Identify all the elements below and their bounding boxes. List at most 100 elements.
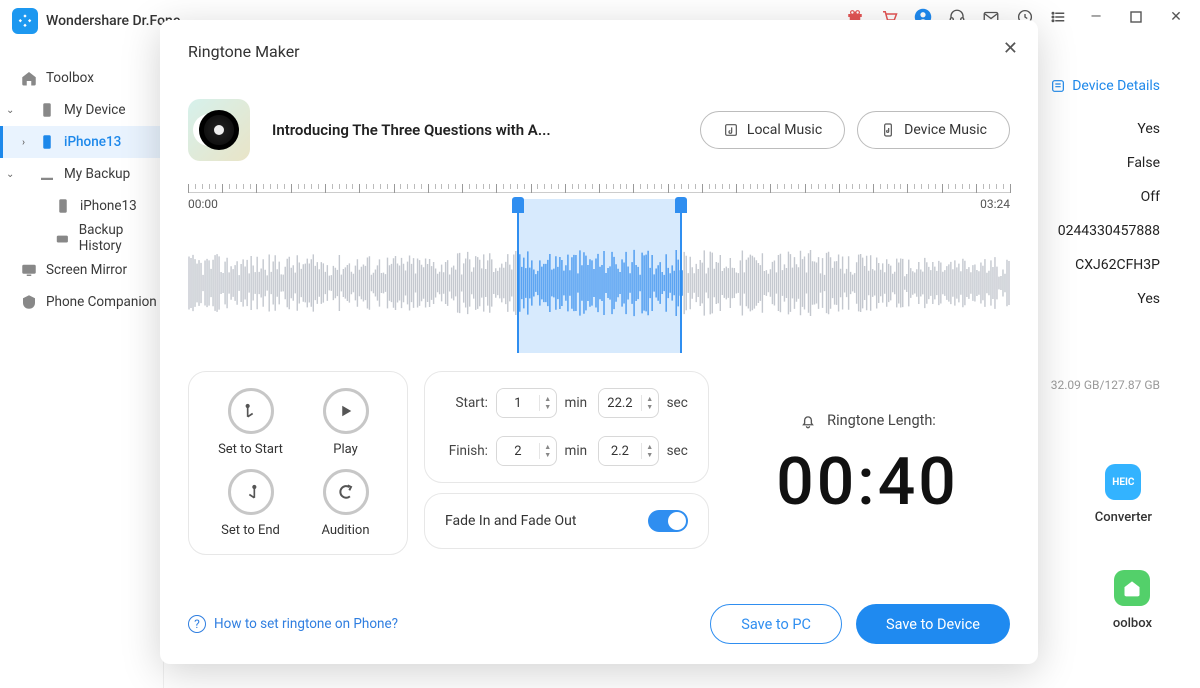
track-row: Introducing The Three Questions with A..…	[188, 99, 1010, 161]
selection-region[interactable]	[518, 199, 681, 353]
tile-toolbox[interactable]: oolbox	[1113, 570, 1152, 631]
sidebar-item-screen-mirror[interactable]: Screen Mirror	[0, 254, 163, 286]
help-icon: ?	[188, 615, 206, 633]
ringtone-length-value: 00:40	[776, 444, 958, 521]
step-down[interactable]: ▼	[540, 451, 556, 459]
set-start-icon	[228, 388, 274, 434]
length-title-row: Ringtone Length:	[799, 412, 936, 430]
sidebar-item-label: iPhone13	[80, 198, 137, 214]
tile-label: Converter	[1095, 510, 1152, 525]
sidebar-item-label: Phone Companion	[46, 294, 157, 310]
ringtone-length-block: Ringtone Length: 00:40	[725, 371, 1010, 555]
device-values: Yes False Off 0244330457888 CXJ62CFH3P Y…	[1058, 112, 1160, 316]
start-time-row: Start: ▲▼ min ▲▼ sec	[441, 388, 692, 418]
start-label: Start:	[441, 395, 488, 411]
step-up[interactable]: ▲	[642, 395, 658, 403]
finish-sec-input[interactable]: ▲▼	[598, 436, 659, 466]
home-icon	[1114, 570, 1150, 606]
sidebar-item-backup-history[interactable]: Backup History	[0, 222, 163, 254]
help-link[interactable]: ? How to set ringtone on Phone?	[188, 615, 398, 633]
controls-row: Set to Start Play Set to End Audition St…	[188, 371, 1010, 555]
time-start: 00:00	[188, 197, 218, 211]
sidebar-item-label: Screen Mirror	[46, 262, 127, 278]
album-art	[188, 99, 250, 161]
finish-min-input[interactable]: ▲▼	[496, 436, 557, 466]
companion-icon	[20, 293, 38, 311]
step-up[interactable]: ▲	[642, 443, 658, 451]
sidebar-item-phone-companion[interactable]: Phone Companion	[0, 286, 163, 318]
selection-start-handle[interactable]	[512, 197, 524, 213]
audition-icon	[323, 469, 369, 515]
save-to-pc-button[interactable]: Save to PC	[710, 604, 842, 644]
timeline-ruler	[188, 181, 1010, 193]
sidebar: Toolbox ⌄ My Device › iPhone13 ⌄ My Back…	[0, 42, 164, 688]
play-button[interactable]: Play	[300, 388, 391, 457]
list-icon[interactable]	[1048, 6, 1070, 28]
phone-icon	[38, 101, 56, 119]
sidebar-item-my-device[interactable]: ⌄ My Device	[0, 94, 163, 126]
window-maximize[interactable]	[1122, 11, 1150, 23]
sidebar-item-label: iPhone13	[64, 134, 121, 150]
finish-time-row: Finish: ▲▼ min ▲▼ sec	[441, 436, 692, 466]
fade-toggle[interactable]	[648, 510, 688, 532]
phone-icon	[54, 197, 72, 215]
sidebar-item-iphone13[interactable]: › iPhone13	[0, 126, 163, 158]
app-logo	[12, 8, 38, 34]
close-icon[interactable]: ✕	[1003, 38, 1018, 59]
bell-icon	[799, 412, 817, 430]
storage-text: 32.09 GB/127.87 GB	[1051, 378, 1160, 392]
device-music-button[interactable]: Device Music	[857, 111, 1010, 149]
chevron-down-icon: ⌄	[6, 169, 14, 180]
modal-title: Ringtone Maker	[188, 42, 1010, 61]
ringtone-maker-modal: Ringtone Maker ✕ Introducing The Three Q…	[160, 20, 1038, 664]
waveform-area[interactable]: 00:00 03:24	[188, 181, 1010, 351]
window-minimize[interactable]: —	[1082, 9, 1110, 25]
download-icon	[38, 165, 56, 183]
sidebar-item-label: Toolbox	[46, 70, 94, 86]
heic-icon: HEIC	[1105, 464, 1141, 500]
sidebar-item-label: My Backup	[64, 166, 130, 182]
start-min-input[interactable]: ▲▼	[496, 388, 557, 418]
set-end-icon	[228, 469, 274, 515]
tile-label: oolbox	[1113, 616, 1152, 631]
time-end: 03:24	[980, 197, 1010, 211]
finish-label: Finish:	[441, 443, 488, 459]
selection-end-handle[interactable]	[675, 197, 687, 213]
device-details-link[interactable]: Device Details	[1050, 78, 1160, 94]
save-to-device-button[interactable]: Save to Device	[856, 604, 1010, 644]
step-down[interactable]: ▼	[642, 403, 658, 411]
phone-icon	[38, 133, 56, 151]
chevron-down-icon: ⌄	[6, 105, 14, 116]
step-down[interactable]: ▼	[642, 451, 658, 459]
play-icon	[323, 388, 369, 434]
fade-row: Fade In and Fade Out	[424, 493, 709, 549]
monitor-icon	[20, 261, 38, 279]
sidebar-item-label: Backup History	[79, 222, 163, 254]
tile-converter[interactable]: HEIC Converter	[1095, 464, 1152, 525]
sidebar-item-label: My Device	[64, 102, 126, 118]
home-icon	[20, 69, 38, 87]
step-down[interactable]: ▼	[540, 403, 556, 411]
waveform[interactable]	[188, 213, 1010, 353]
audition-button[interactable]: Audition	[300, 469, 391, 538]
selection-start-line[interactable]	[517, 213, 519, 353]
sidebar-item-toolbox[interactable]: Toolbox	[0, 62, 163, 94]
window-close[interactable]: ✕	[1162, 9, 1190, 25]
sidebar-item-backup-iphone13[interactable]: iPhone13	[0, 190, 163, 222]
playback-panel: Set to Start Play Set to End Audition	[188, 371, 408, 555]
vinyl-icon	[199, 110, 239, 150]
drive-icon	[54, 229, 71, 247]
start-sec-input[interactable]: ▲▼	[598, 388, 659, 418]
modal-footer: ? How to set ringtone on Phone? Save to …	[188, 588, 1010, 644]
set-to-end-button[interactable]: Set to End	[205, 469, 296, 538]
local-music-button[interactable]: Local Music	[700, 111, 845, 149]
step-up[interactable]: ▲	[540, 443, 556, 451]
selection-end-line[interactable]	[680, 213, 682, 353]
step-up[interactable]: ▲	[540, 395, 556, 403]
fade-label: Fade In and Fade Out	[445, 513, 576, 529]
track-name: Introducing The Three Questions with A..…	[272, 121, 551, 139]
time-panel: Start: ▲▼ min ▲▼ sec Finish: ▲▼ min ▲▼ s…	[424, 371, 709, 483]
sidebar-item-my-backup[interactable]: ⌄ My Backup	[0, 158, 163, 190]
set-to-start-button[interactable]: Set to Start	[205, 388, 296, 457]
time-panel-wrap: Start: ▲▼ min ▲▼ sec Finish: ▲▼ min ▲▼ s…	[424, 371, 709, 555]
